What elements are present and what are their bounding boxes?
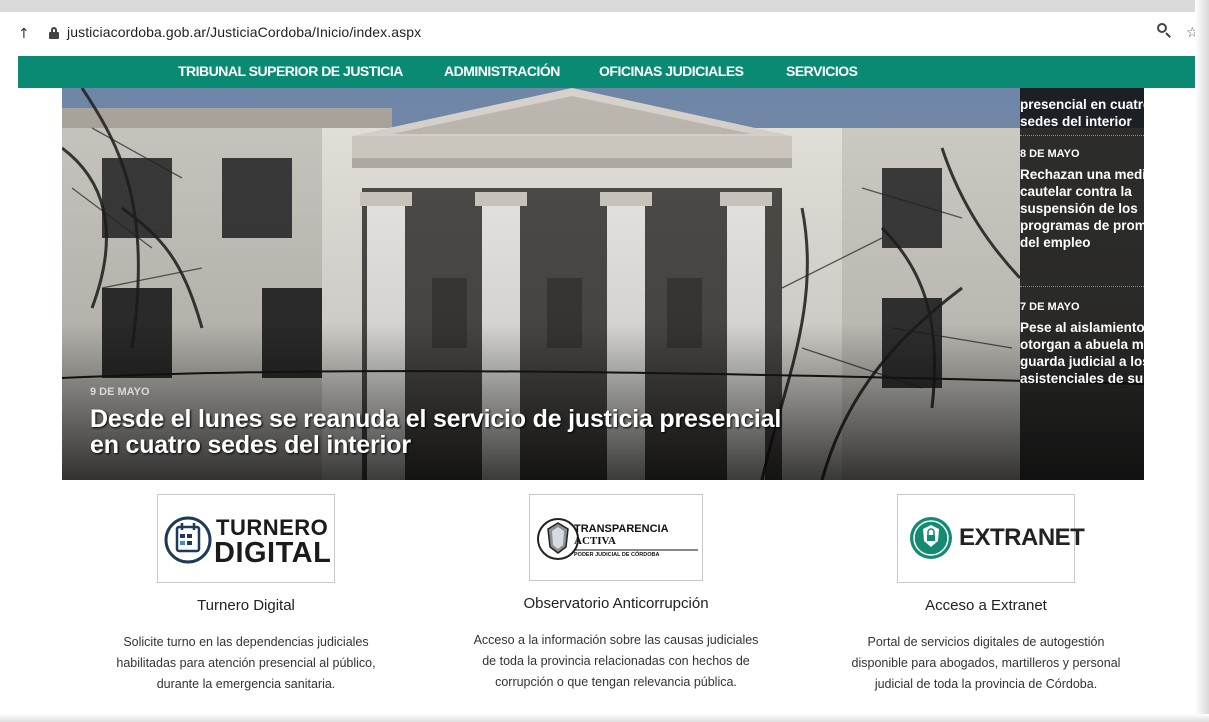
service-card-turnero: TURNERO DIGITAL Turnero Digital Solicite… — [96, 494, 396, 695]
news-item-previous[interactable]: presencial en cuatro sedes del interior — [1020, 88, 1144, 130]
nav-item-oficinas[interactable]: OFICINAS JUDICIALES — [599, 63, 744, 79]
service-title[interactable]: Observatorio Anticorrupción — [466, 595, 766, 612]
frame-edge — [0, 714, 1209, 722]
browser-address-bar: ↑ justiciacordoba.gob.ar/JusticiaCordoba… — [0, 0, 1200, 55]
back-arrow-icon[interactable]: ↑ — [18, 26, 30, 42]
nav-item-tribunal[interactable]: TRIBUNAL SUPERIOR DE JUSTICIA — [178, 63, 403, 79]
zoom-icon[interactable] — [1156, 22, 1172, 38]
url-text[interactable]: justiciacordoba.gob.ar/JusticiaCordoba/I… — [67, 24, 421, 40]
logo-text: DIGITAL — [214, 537, 332, 569]
hero-headline-link[interactable]: Desde el lunes se reanuda el servicio de… — [90, 406, 790, 458]
transparencia-logo-link[interactable]: TRANSPARENCIA ACTIVA PODER JUDICIAL DE C… — [529, 494, 703, 581]
frame-edge — [1195, 0, 1209, 722]
news-item[interactable]: 7 DE MAYO Pese al aislamiento, otorgan a… — [1020, 301, 1144, 387]
news-date: 8 DE MAYO — [1020, 148, 1080, 160]
screenshot-frame: ↑ justiciacordoba.gob.ar/JusticiaCordoba… — [0, 0, 1209, 722]
news-divider — [1020, 135, 1144, 136]
hero-date: 9 DE MAYO — [90, 386, 150, 398]
news-item[interactable]: 8 DE MAYO Rechazan una medida cautelar c… — [1020, 148, 1144, 251]
service-title[interactable]: Acceso a Extranet — [836, 597, 1136, 614]
service-description: Solicite turno en las dependencias judic… — [116, 635, 376, 691]
lock-icon[interactable] — [49, 27, 59, 39]
service-description: Acceso a la información sobre las causas… — [473, 633, 759, 689]
logo-text: PODER JUDICIAL DE CÓRDOBA — [574, 552, 660, 558]
news-title-partial[interactable]: presencial en cuatro sedes del interior — [1020, 96, 1144, 130]
turnero-logo-link[interactable]: TURNERO DIGITAL — [157, 494, 335, 583]
extranet-logo-link[interactable]: EXTRANET — [897, 494, 1085, 583]
hero-carousel[interactable]: 9 DE MAYO Desde el lunes se reanuda el s… — [62, 88, 1144, 480]
news-sidebar: presencial en cuatro sedes del interior … — [1020, 88, 1144, 480]
news-title-link[interactable]: Pese al aislamiento, otorgan a abuela ma… — [1020, 319, 1144, 387]
nav-item-servicios[interactable]: SERVICIOS — [786, 63, 858, 79]
service-title[interactable]: Turnero Digital — [96, 597, 396, 614]
service-card-extranet: EXTRANET Acceso a Extranet Portal de ser… — [836, 494, 1136, 695]
main-nav-bar: TRIBUNAL SUPERIOR DE JUSTICIA ADMINISTRA… — [18, 56, 1200, 88]
logo-text: EXTRANET — [959, 524, 1085, 551]
service-card-transparencia: TRANSPARENCIA ACTIVA PODER JUDICIAL DE C… — [466, 494, 766, 693]
news-divider — [1020, 286, 1144, 287]
logo-text: TRANSPARENCIA — [574, 523, 669, 535]
nav-item-administracion[interactable]: ADMINISTRACIÓN — [444, 63, 560, 79]
news-title-link[interactable]: Rechazan una medida cautelar contra la s… — [1020, 166, 1144, 251]
logo-text: ACTIVA — [574, 535, 616, 547]
service-description: Portal de servicios digitales de autoges… — [851, 635, 1121, 691]
news-date: 7 DE MAYO — [1020, 301, 1080, 313]
shield-icon — [537, 518, 698, 560]
